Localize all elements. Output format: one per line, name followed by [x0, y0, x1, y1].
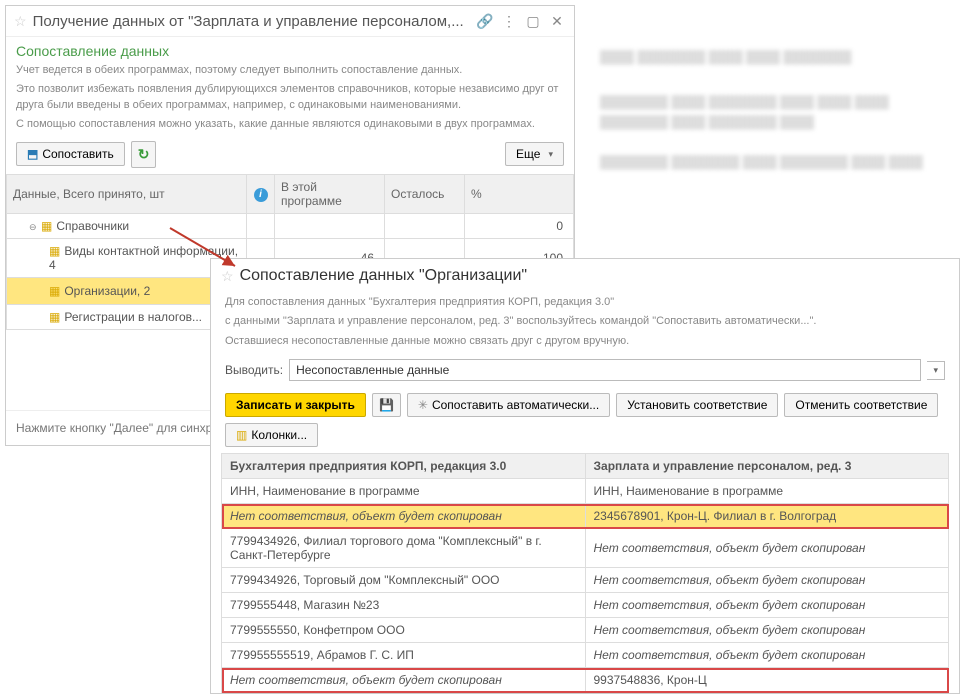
cell-right[interactable]: 9937548836, Крон-Ц — [585, 668, 949, 693]
cell-left[interactable]: 7799555550, Конфетпром ООО — [222, 618, 586, 643]
close-icon[interactable]: ✕ — [548, 12, 566, 30]
columns-button[interactable]: ▥Колонки... — [225, 423, 318, 447]
set-match-button[interactable]: Установить соответствие — [616, 393, 778, 417]
maximize-icon[interactable]: ▢ — [524, 12, 542, 30]
window-title: Сопоставление данных "Организации" — [240, 267, 528, 285]
cell-right[interactable]: Нет соответствия, объект будет скопирова… — [585, 643, 949, 668]
more-icon[interactable]: ⋮ — [500, 12, 518, 30]
columns-icon: ▥ — [236, 428, 247, 442]
table-row[interactable]: Нет соответствия, объект будет скопирова… — [222, 504, 949, 529]
cell-left[interactable]: 7799434926, Торговый дом "Комплексный" О… — [222, 568, 586, 593]
toolbar: ⬒Сопоставить ↻ Еще — [6, 135, 574, 174]
chevron-down-icon[interactable]: ▾ — [927, 361, 945, 380]
refresh-icon: ↻ — [138, 146, 150, 163]
col-subheader[interactable]: ИНН, Наименование в программе — [222, 479, 586, 504]
table-icon: ▦ — [49, 284, 60, 298]
cell-left[interactable]: Нет соответствия, объект будет скопирова… — [222, 504, 586, 529]
col-header-right[interactable]: Зарплата и управление персоналом, ред. 3 — [585, 454, 949, 479]
save-button[interactable]: 💾 — [372, 393, 401, 417]
titlebar: ☆ Получение данных от "Зарплата и управл… — [6, 6, 574, 37]
filter-row: Выводить: Несопоставленные данные ▾ — [211, 351, 959, 387]
info-icon: i — [254, 188, 268, 202]
table-row[interactable]: 7799434926, Филиал торгового дома "Компл… — [222, 529, 949, 568]
window-title: Получение данных от "Зарплата и управлен… — [33, 13, 470, 30]
table-icon: ▦ — [49, 310, 60, 324]
cell-left[interactable]: 7799434926, Филиал торгового дома "Компл… — [222, 529, 586, 568]
expand-icon[interactable]: ⊖ — [29, 222, 39, 233]
cell-right[interactable]: Нет соответствия, объект будет скопирова… — [585, 593, 949, 618]
titlebar: ☆ Сопоставление данных "Организации" — [211, 259, 959, 293]
desc-line: Оставшиеся несопоставленные данные можно… — [211, 332, 959, 351]
table-row[interactable]: 7799555550, Конфетпром ОООНет соответств… — [222, 618, 949, 643]
table-row[interactable]: Нет соответствия, объект будет скопирова… — [222, 668, 949, 693]
cell-left[interactable]: 7799555448, Магазин №23 — [222, 593, 586, 618]
save-close-button[interactable]: Записать и закрыть — [225, 393, 366, 417]
cell-right[interactable]: 2345678901, Крон-Ц. Филиал в г. Волгогра… — [585, 504, 949, 529]
toolbar: Записать и закрыть 💾 ✳︎Сопоставить автом… — [211, 387, 959, 453]
col-header[interactable]: В этой программе — [275, 174, 385, 213]
cell-right[interactable]: Нет соответствия, объект будет скопирова… — [585, 568, 949, 593]
col-header[interactable]: Данные, Всего принято, шт — [7, 174, 247, 213]
compare-button[interactable]: ⬒Сопоставить — [16, 142, 125, 166]
table-row[interactable]: 779955555519, Абрамов Г. С. ИПНет соотве… — [222, 643, 949, 668]
subtitle: Сопоставление данных — [6, 37, 574, 61]
more-button[interactable]: Еще — [505, 142, 564, 166]
desc-line: С помощью сопоставления можно указать, к… — [6, 115, 574, 134]
col-header[interactable]: Осталось — [385, 174, 465, 213]
desc-line: Это позволит избежать появления дублирую… — [6, 80, 574, 115]
compare-icon: ⬒ — [27, 147, 38, 161]
link-icon[interactable]: 🔗 — [476, 12, 494, 30]
col-header-info[interactable]: i — [247, 174, 275, 213]
desc-line: Для сопоставления данных "Бухгалтерия пр… — [211, 293, 959, 312]
star-icon[interactable]: ☆ — [221, 268, 234, 285]
disk-icon: 💾 — [379, 398, 394, 412]
cell-right[interactable]: Нет соответствия, объект будет скопирова… — [585, 618, 949, 643]
table-icon: ▦ — [49, 244, 60, 258]
col-subheader[interactable]: ИНН, Наименование в программе — [585, 479, 949, 504]
cell-right[interactable]: Нет соответствия, объект будет скопирова… — [585, 529, 949, 568]
tree-root-row[interactable]: ⊖▦Справочники 0 — [7, 213, 574, 238]
table-row[interactable]: 7799555448, Магазин №23Нет соответствия,… — [222, 593, 949, 618]
cancel-match-button[interactable]: Отменить соответствие — [784, 393, 938, 417]
col-header[interactable]: % — [465, 174, 574, 213]
filter-label: Выводить: — [225, 363, 283, 377]
folder-icon: ▦ — [41, 219, 52, 233]
filter-select[interactable]: Несопоставленные данные — [289, 359, 921, 381]
refresh-button[interactable]: ↻ — [131, 141, 157, 168]
cell-left[interactable]: 779955555519, Абрамов Г. С. ИП — [222, 643, 586, 668]
star-icon[interactable]: ☆ — [14, 13, 27, 30]
cell-left[interactable]: Нет соответствия, объект будет скопирова… — [222, 668, 586, 693]
desc-line: Учет ведется в обеих программах, поэтому… — [6, 61, 574, 80]
window-compare-org: ☆ Сопоставление данных "Организации" Для… — [210, 258, 960, 694]
col-header-left[interactable]: Бухгалтерия предприятия КОРП, редакция 3… — [222, 454, 586, 479]
match-grid: Бухгалтерия предприятия КОРП, редакция 3… — [221, 453, 949, 693]
desc-line: с данными "Зарплата и управление персона… — [211, 312, 959, 331]
auto-compare-button[interactable]: ✳︎Сопоставить автоматически... — [407, 393, 610, 417]
wand-icon: ✳︎ — [418, 398, 428, 412]
table-row[interactable]: 7799434926, Торговый дом "Комплексный" О… — [222, 568, 949, 593]
